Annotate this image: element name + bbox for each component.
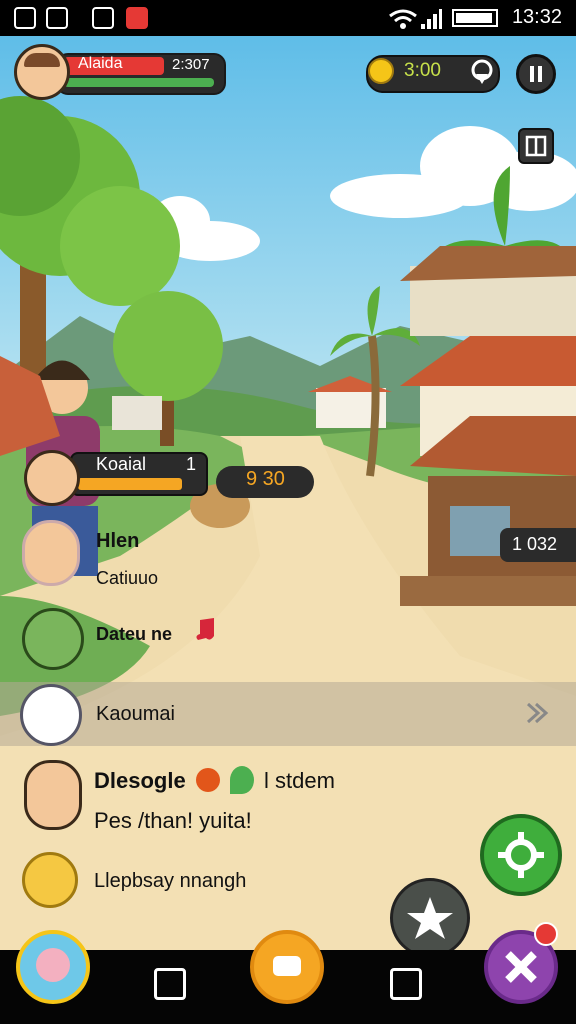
item-count: 9 30 [246,468,285,490]
npc-energy-bar [78,478,182,490]
selected-chat-row[interactable] [0,682,576,746]
chat-text-3: Kaoumai [96,703,175,725]
gallery-icon [92,7,114,29]
book-icon [525,135,547,157]
chat-avatar-3[interactable] [20,684,82,746]
gear-icon [498,832,544,878]
player-name: Alaida [78,55,123,72]
player-avatar[interactable] [14,44,70,100]
favorite-button[interactable] [390,878,470,958]
back-button[interactable] [390,968,422,1000]
star-icon [407,897,453,939]
chevron-right-icon[interactable] [522,698,552,728]
npc-level: 1 [186,454,197,474]
home-button[interactable] [250,930,324,1004]
coin-amount: 3:00 [404,60,441,81]
screenshot-icon [14,7,36,29]
app-notification-icon [126,7,148,29]
npc-avatar[interactable] [24,450,80,506]
wifi-icon [389,9,417,29]
chat-name-4: Dlesogle [94,768,186,793]
pause-icon [530,66,542,82]
leaf-icon [230,766,254,794]
home-icon [273,956,301,976]
map-pin-icon[interactable] [468,58,496,86]
battery-icon [452,9,498,27]
music-note-icon [196,618,214,640]
chat-text-5: Pes /than! yuita! [94,808,252,833]
notification-badge [534,922,558,946]
sim-icon [46,7,68,29]
chat-name-2: Dateu ne [96,624,173,644]
clock: 13:32 [511,6,562,28]
chat-text-6: Llepbsay nnangh [94,870,247,892]
settings-button[interactable] [480,814,562,896]
npc-name: Koaial [96,454,147,474]
chat-text-1: Catiuuo [96,568,159,588]
chat-name-1: Hlen [96,530,140,552]
flower-icon [196,768,220,792]
signal-icon [421,9,442,29]
recent-apps-button[interactable] [154,968,186,1000]
chat-avatar-4[interactable] [24,760,82,830]
xp-bar [64,78,214,87]
chat-avatar-2[interactable] [22,608,84,670]
house-price: 1 032 [512,534,558,554]
chat-avatar-1[interactable] [22,520,80,586]
pause-button[interactable] [516,54,556,94]
status-bar: 13:32 [0,0,576,36]
chat-text-4: l stdem [264,768,335,793]
chat-avatar-6[interactable] [22,852,78,908]
player-score: 2:307 [172,56,210,73]
coin-icon [368,58,394,84]
profile-avatar-button[interactable] [16,930,90,1004]
inventory-button[interactable] [518,128,554,164]
